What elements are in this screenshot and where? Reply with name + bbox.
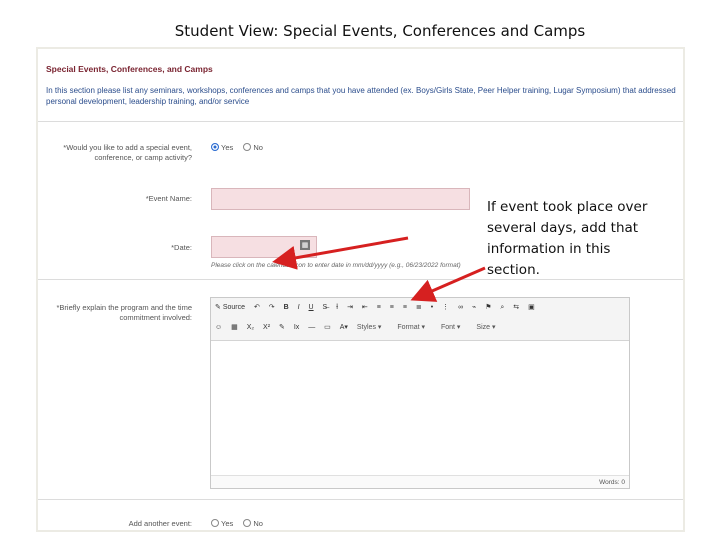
redo-icon[interactable]: ↷: [269, 298, 275, 318]
source-label: Source: [222, 304, 245, 311]
outdent-icon[interactable]: ⇤: [362, 298, 368, 318]
explain-label: *Briefly explain the program and the tim…: [56, 303, 193, 322]
font-label: Font: [440, 324, 455, 331]
yes-label: Yes: [221, 143, 234, 152]
add-another-no-option[interactable]: No: [243, 519, 263, 528]
align-right-icon[interactable]: ≡: [403, 298, 407, 318]
emoji-icon[interactable]: ☺: [215, 318, 222, 338]
date-label: *Date:: [171, 243, 192, 252]
font-dropdown[interactable]: Font ▾: [441, 318, 460, 338]
form-panel: Special Events, Conferences, and Camps I…: [38, 49, 683, 530]
styles-label: Styles: [356, 324, 376, 331]
no-label: No: [253, 519, 263, 528]
unlink-icon[interactable]: ⌁: [472, 298, 476, 318]
bullet-list-icon[interactable]: •: [431, 298, 433, 318]
word-count: Words: 0: [599, 479, 625, 486]
rich-text-editor[interactable]: ✎ Source ↶ ↷ B I U S̶ Ɨ ⇥ ⇤ ≡ ≡ ≡ ≣ • ⋮: [210, 297, 630, 489]
save-icon[interactable]: ▣: [528, 298, 535, 318]
section-title: Special Events, Conferences, and Camps: [46, 64, 213, 74]
italic-icon[interactable]: I: [298, 298, 300, 318]
add-another-radio-group: Yes No: [211, 519, 271, 528]
editor-body[interactable]: [211, 341, 629, 475]
align-center-icon[interactable]: ≡: [390, 298, 394, 318]
add-event-label: *Would you like to add a special event, …: [63, 143, 192, 162]
strike-icon[interactable]: S̶: [323, 298, 328, 318]
anchor-icon[interactable]: ⚑: [485, 298, 491, 318]
align-left-icon[interactable]: ≡: [377, 298, 381, 318]
text-color-icon[interactable]: A▾: [340, 318, 348, 338]
paint-icon[interactable]: ✎: [279, 318, 285, 338]
undo-icon[interactable]: ↶: [254, 298, 260, 318]
clear-format-icon[interactable]: Ix: [294, 318, 299, 338]
add-event-no-option[interactable]: No: [243, 143, 263, 152]
add-event-radio-group: Yes No: [211, 143, 271, 152]
editor-statusbar: Words: 0: [211, 475, 629, 488]
justify-icon[interactable]: ≣: [416, 298, 422, 318]
numbered-list-icon[interactable]: ⋮: [442, 298, 449, 318]
size-dropdown[interactable]: Size ▾: [476, 318, 495, 338]
add-another-yes-option[interactable]: Yes: [211, 519, 233, 528]
table-icon[interactable]: ▦: [231, 318, 238, 338]
source-button[interactable]: ✎ Source: [215, 298, 245, 318]
calendar-icon[interactable]: ▦: [300, 240, 310, 250]
event-name-label: *Event Name:: [145, 194, 192, 203]
radio-unselected-icon[interactable]: [243, 519, 252, 527]
date-hint: Please click on the calendar icon to ent…: [211, 262, 461, 269]
annotation-callout: If event took place over several days, a…: [487, 199, 648, 278]
format-dropdown[interactable]: Format ▾: [397, 318, 425, 338]
image-icon[interactable]: ▭: [324, 318, 331, 338]
horizontal-rule-icon[interactable]: ―: [308, 318, 315, 338]
superscript-icon[interactable]: X²: [263, 318, 270, 338]
divider: [38, 121, 683, 122]
styles-dropdown[interactable]: Styles ▾: [357, 318, 382, 338]
link-icon[interactable]: ∞: [458, 298, 463, 318]
event-name-input[interactable]: [211, 188, 470, 210]
find-icon[interactable]: ⌕: [500, 298, 504, 318]
toolbar-row-1: ✎ Source ↶ ↷ B I U S̶ Ɨ ⇥ ⇤ ≡ ≡ ≡ ≣ • ⋮: [211, 298, 629, 318]
size-label: Size: [476, 324, 491, 331]
no-label: No: [253, 143, 263, 152]
editor-toolbar: ✎ Source ↶ ↷ B I U S̶ Ɨ ⇥ ⇤ ≡ ≡ ≡ ≣ • ⋮: [211, 298, 629, 341]
yes-label: Yes: [221, 519, 234, 528]
bold-icon[interactable]: B: [284, 298, 289, 318]
form-screenshot: Special Events, Conferences, and Camps I…: [36, 47, 685, 532]
format-label: Format: [397, 324, 420, 331]
slide-title: Student View: Special Events, Conference…: [174, 22, 586, 40]
subscript-icon[interactable]: X₂: [247, 318, 254, 338]
radio-unselected-icon[interactable]: [211, 519, 219, 527]
remove-format-icon[interactable]: Ɨ: [336, 298, 338, 318]
underline-icon[interactable]: U: [309, 298, 314, 318]
date-input[interactable]: ▦: [211, 236, 317, 258]
add-another-label: Add another event:: [128, 519, 192, 528]
divider: [38, 499, 683, 500]
toolbar-row-2: ☺ ▦ X₂ X² ✎ Ix ― ▭ A▾ Styles ▾ Format ▾ …: [211, 318, 629, 338]
radio-selected-icon[interactable]: [211, 143, 219, 151]
add-event-yes-option[interactable]: Yes: [211, 143, 233, 152]
radio-unselected-icon[interactable]: [243, 143, 252, 151]
section-description: In this section please list any seminars…: [46, 86, 676, 106]
replace-icon[interactable]: ⇆: [513, 298, 519, 318]
indent-icon[interactable]: ⇥: [347, 298, 353, 318]
